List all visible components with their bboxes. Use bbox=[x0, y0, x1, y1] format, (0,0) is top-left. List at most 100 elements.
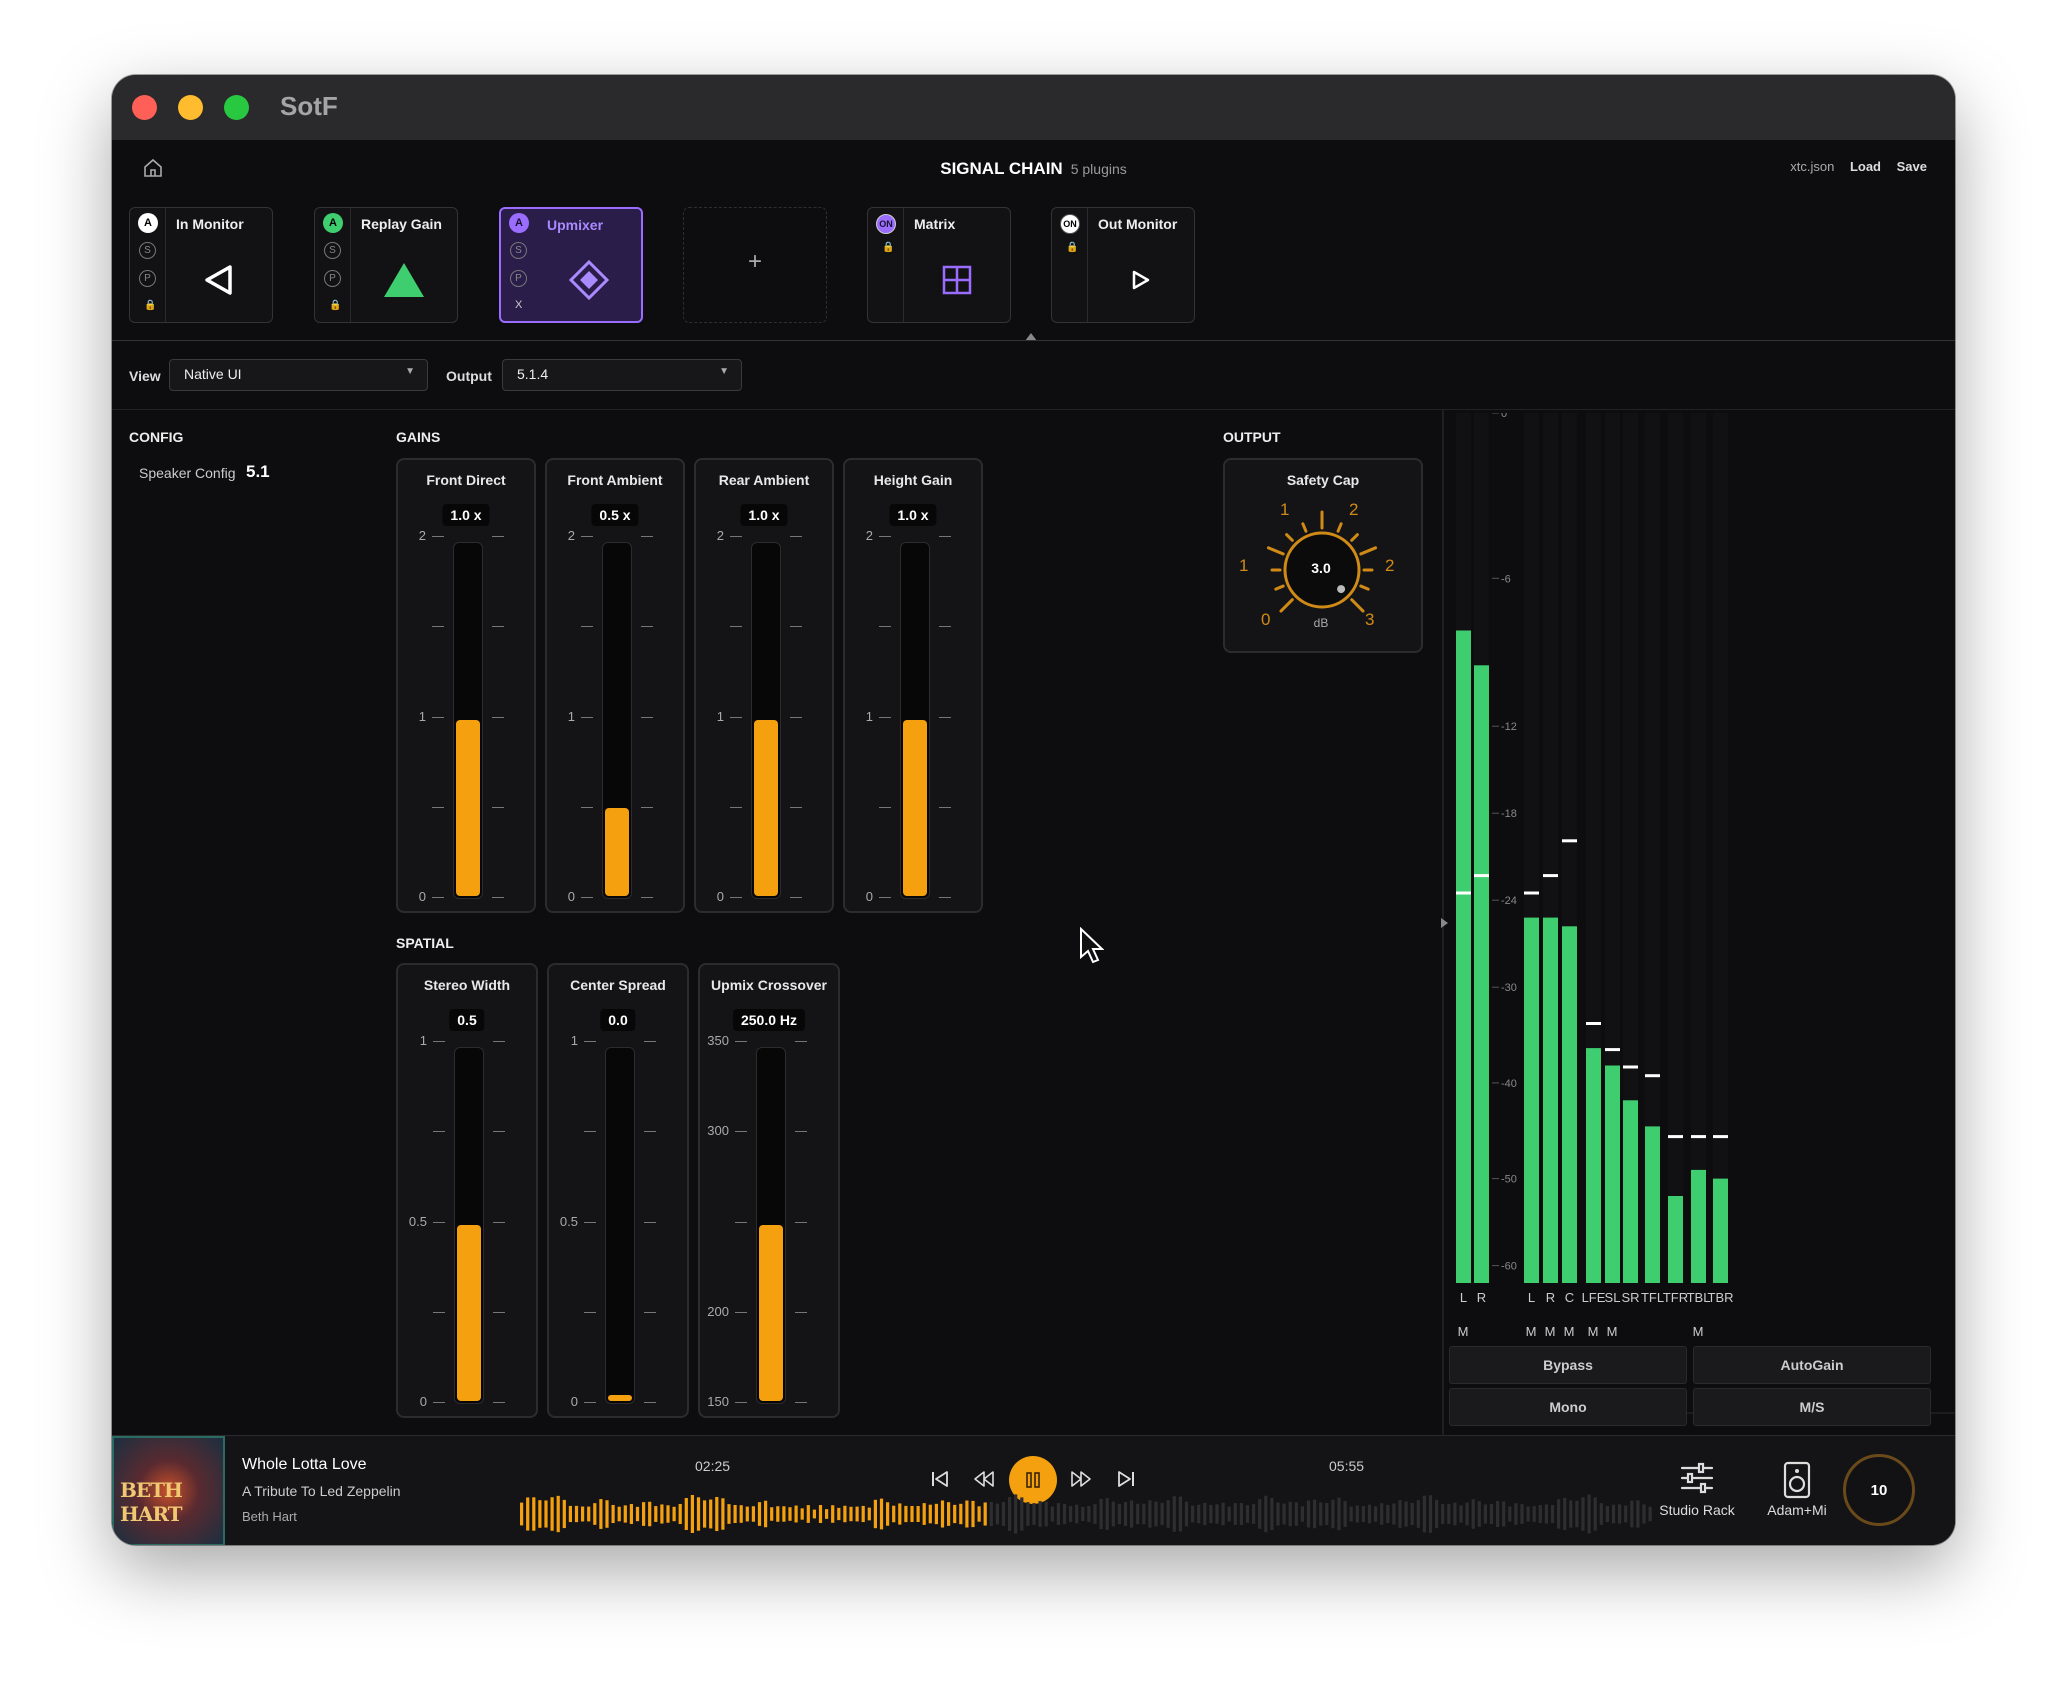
chevron-down-icon: ▼ bbox=[405, 366, 415, 377]
volume-knob[interactable]: 10 bbox=[1843, 1454, 1915, 1526]
slider-value[interactable]: 250.0 Hz bbox=[732, 1009, 806, 1031]
plugin-matrix[interactable]: ON 🔒 Matrix bbox=[867, 207, 1011, 323]
solo-icon[interactable]: S bbox=[139, 242, 156, 259]
on-badge[interactable]: ON bbox=[1060, 214, 1080, 234]
studio-rack-label: Studio Rack bbox=[1659, 1502, 1735, 1518]
slider-track[interactable] bbox=[900, 542, 930, 899]
slider-value[interactable]: 1.0 x bbox=[442, 504, 490, 526]
phase-icon[interactable]: P bbox=[324, 270, 341, 287]
a-badge[interactable]: A bbox=[323, 213, 343, 233]
scale-tick bbox=[584, 1221, 596, 1223]
scale-tick bbox=[735, 1131, 747, 1133]
skip-next-icon[interactable] bbox=[1113, 1466, 1139, 1492]
slider-value[interactable]: 0.5 x bbox=[591, 504, 639, 526]
fast-forward-icon[interactable] bbox=[1068, 1466, 1094, 1492]
waveform-bar bbox=[1203, 1502, 1207, 1526]
meter-scale-label: -40 bbox=[1501, 1078, 1517, 1090]
slider-fill bbox=[457, 1224, 481, 1401]
waveform-bar bbox=[1447, 1504, 1451, 1524]
lock-icon[interactable]: 🔒 bbox=[329, 300, 341, 311]
solo-icon[interactable]: S bbox=[324, 242, 341, 259]
mute-button: M bbox=[1564, 1324, 1575, 1339]
slider-value[interactable]: 0.5 bbox=[449, 1009, 485, 1031]
lock-icon[interactable]: 🔒 bbox=[882, 242, 894, 253]
waveform-bar bbox=[1361, 1506, 1365, 1522]
plugin-upmixer[interactable]: A S P X Upmixer bbox=[499, 207, 643, 323]
view-select[interactable]: Native UI ▼ bbox=[169, 359, 428, 391]
mid-side-button[interactable]: M/S bbox=[1693, 1388, 1931, 1426]
channel-label: C bbox=[1565, 1290, 1574, 1305]
save-button[interactable]: Save bbox=[1897, 159, 1927, 174]
add-plugin-icon[interactable]: + bbox=[684, 248, 826, 276]
slider-value[interactable]: 1.0 x bbox=[889, 504, 937, 526]
waveform-bar bbox=[654, 1506, 658, 1522]
plugin-out-monitor[interactable]: ON 🔒 Out Monitor bbox=[1051, 207, 1195, 323]
scale-tick bbox=[641, 716, 653, 718]
slider-value[interactable]: 1.0 x bbox=[740, 504, 788, 526]
waveform-bar bbox=[1392, 1503, 1396, 1525]
mute-button: M bbox=[1607, 1324, 1618, 1339]
slider-track[interactable] bbox=[751, 542, 781, 899]
slider-track[interactable] bbox=[602, 542, 632, 899]
a-badge[interactable]: A bbox=[509, 213, 529, 233]
waveform-bar bbox=[745, 1506, 749, 1522]
output-select[interactable]: 5.1.4 ▼ bbox=[502, 359, 742, 391]
remove-plugin-button[interactable]: X bbox=[515, 299, 522, 311]
waveform-bar bbox=[1599, 1503, 1603, 1525]
load-button[interactable]: Load bbox=[1850, 159, 1881, 174]
minimize-window-button[interactable] bbox=[178, 95, 203, 120]
slider-value[interactable]: 0.0 bbox=[600, 1009, 636, 1031]
scale-tick bbox=[730, 626, 742, 628]
autogain-button[interactable]: AutoGain bbox=[1693, 1346, 1931, 1384]
waveform-bar bbox=[1148, 1500, 1152, 1528]
studio-rack-button[interactable]: Studio Rack bbox=[1657, 1461, 1737, 1518]
lock-icon[interactable]: 🔒 bbox=[1066, 242, 1078, 253]
waveform-bar bbox=[1630, 1500, 1634, 1528]
bypass-button[interactable]: Bypass bbox=[1449, 1346, 1687, 1384]
on-badge[interactable]: ON bbox=[876, 214, 896, 234]
plugin-in-monitor[interactable]: A S P 🔒 In Monitor bbox=[129, 207, 273, 323]
app-window: SotF SIGNAL CHAIN 5 plugins xtc.json Load… bbox=[112, 75, 1955, 1545]
phase-icon[interactable]: P bbox=[510, 270, 527, 287]
lock-icon[interactable]: 🔒 bbox=[144, 300, 156, 311]
close-window-button[interactable] bbox=[132, 95, 157, 120]
rewind-icon[interactable] bbox=[971, 1466, 997, 1492]
waveform-bar bbox=[1233, 1503, 1237, 1525]
waveform-bar bbox=[855, 1506, 859, 1522]
waveform-bar bbox=[1374, 1506, 1378, 1522]
a-badge[interactable]: A bbox=[138, 213, 158, 233]
meter-bar bbox=[1623, 1100, 1638, 1283]
scale-tick bbox=[730, 536, 742, 537]
skip-previous-icon[interactable] bbox=[927, 1466, 953, 1492]
plugin-replay-gain[interactable]: A S P 🔒 Replay Gain bbox=[314, 207, 458, 323]
waveform-bar bbox=[690, 1495, 694, 1533]
waveform-bar bbox=[1593, 1497, 1597, 1531]
output-label: Output bbox=[446, 368, 492, 384]
phase-icon[interactable]: P bbox=[139, 270, 156, 287]
waveform-bar bbox=[886, 1502, 890, 1526]
solo-icon[interactable]: S bbox=[510, 242, 527, 259]
slider-track[interactable] bbox=[454, 1047, 484, 1404]
scale-tick bbox=[790, 897, 802, 898]
zoom-window-button[interactable] bbox=[224, 95, 249, 120]
album-cover[interactable]: BETH HART bbox=[112, 1436, 225, 1545]
waveform-bar bbox=[703, 1500, 707, 1528]
slider-track[interactable] bbox=[453, 542, 483, 899]
track-title: Whole Lotta Love bbox=[242, 1456, 367, 1473]
waveform-bar bbox=[1038, 1501, 1042, 1527]
channel-label: R bbox=[1477, 1290, 1486, 1305]
output-device-button[interactable]: Adam+Mi bbox=[1762, 1461, 1832, 1518]
meter-scale-label: -30 bbox=[1501, 982, 1517, 994]
knob-tick bbox=[1274, 584, 1285, 591]
waveform-scrubber[interactable] bbox=[520, 1492, 1655, 1536]
add-plugin-slot[interactable]: + bbox=[683, 207, 827, 323]
expand-meter-icon[interactable] bbox=[1441, 918, 1448, 928]
waveform-bar bbox=[1215, 1504, 1219, 1524]
scale-label: 0 bbox=[418, 889, 426, 904]
scale-tick bbox=[581, 897, 593, 898]
total-time: 05:55 bbox=[1329, 1458, 1365, 1474]
slider-track[interactable] bbox=[605, 1047, 635, 1404]
waveform-bar bbox=[1380, 1503, 1384, 1525]
mono-button[interactable]: Mono bbox=[1449, 1388, 1687, 1426]
slider-track[interactable] bbox=[756, 1047, 786, 1404]
